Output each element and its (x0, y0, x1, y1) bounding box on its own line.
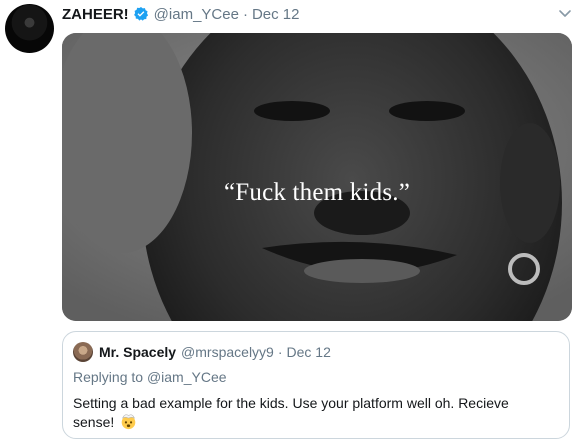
quoted-tweet-card[interactable]: Mr. Spacely @mrspacelyy9 · Dec 12 Replyi… (62, 331, 570, 439)
author-name[interactable]: ZAHEER! (62, 6, 129, 23)
chevron-down-icon[interactable] (557, 5, 573, 21)
tweet-date[interactable]: Dec 12 (252, 6, 300, 23)
separator-dot: · (242, 5, 248, 23)
replying-to-line: Replying to @iam_YCee (73, 369, 227, 385)
tweet-media-image[interactable]: “Fuck them kids.” (62, 33, 572, 321)
tweet-header: ZAHEER! @iam_YCee · Dec 12 (62, 4, 299, 24)
quoted-tweet-header: Mr. Spacely @mrspacelyy9 · Dec 12 (73, 342, 331, 362)
exploding-head-emoji-icon (120, 413, 137, 430)
quoted-tweet-text: Setting a bad example for the kids. Use … (73, 395, 509, 430)
author-avatar[interactable] (5, 4, 54, 53)
verified-badge-icon (133, 6, 149, 22)
separator-dot: · (277, 344, 283, 360)
replying-to-mention: @iam_YCee (146, 369, 227, 385)
author-handle[interactable]: @iam_YCee (154, 6, 239, 23)
quoted-author-avatar (73, 342, 93, 362)
quoted-tweet-text-block: Setting a bad example for the kids. Use … (73, 394, 553, 432)
quoted-tweet-date: Dec 12 (286, 344, 331, 360)
replying-to-label: Replying to (73, 369, 144, 385)
quoted-author-handle: @mrspacelyy9 (181, 344, 274, 360)
media-caption: “Fuck them kids.” (223, 179, 410, 206)
quoted-author-name: Mr. Spacely (99, 344, 177, 360)
